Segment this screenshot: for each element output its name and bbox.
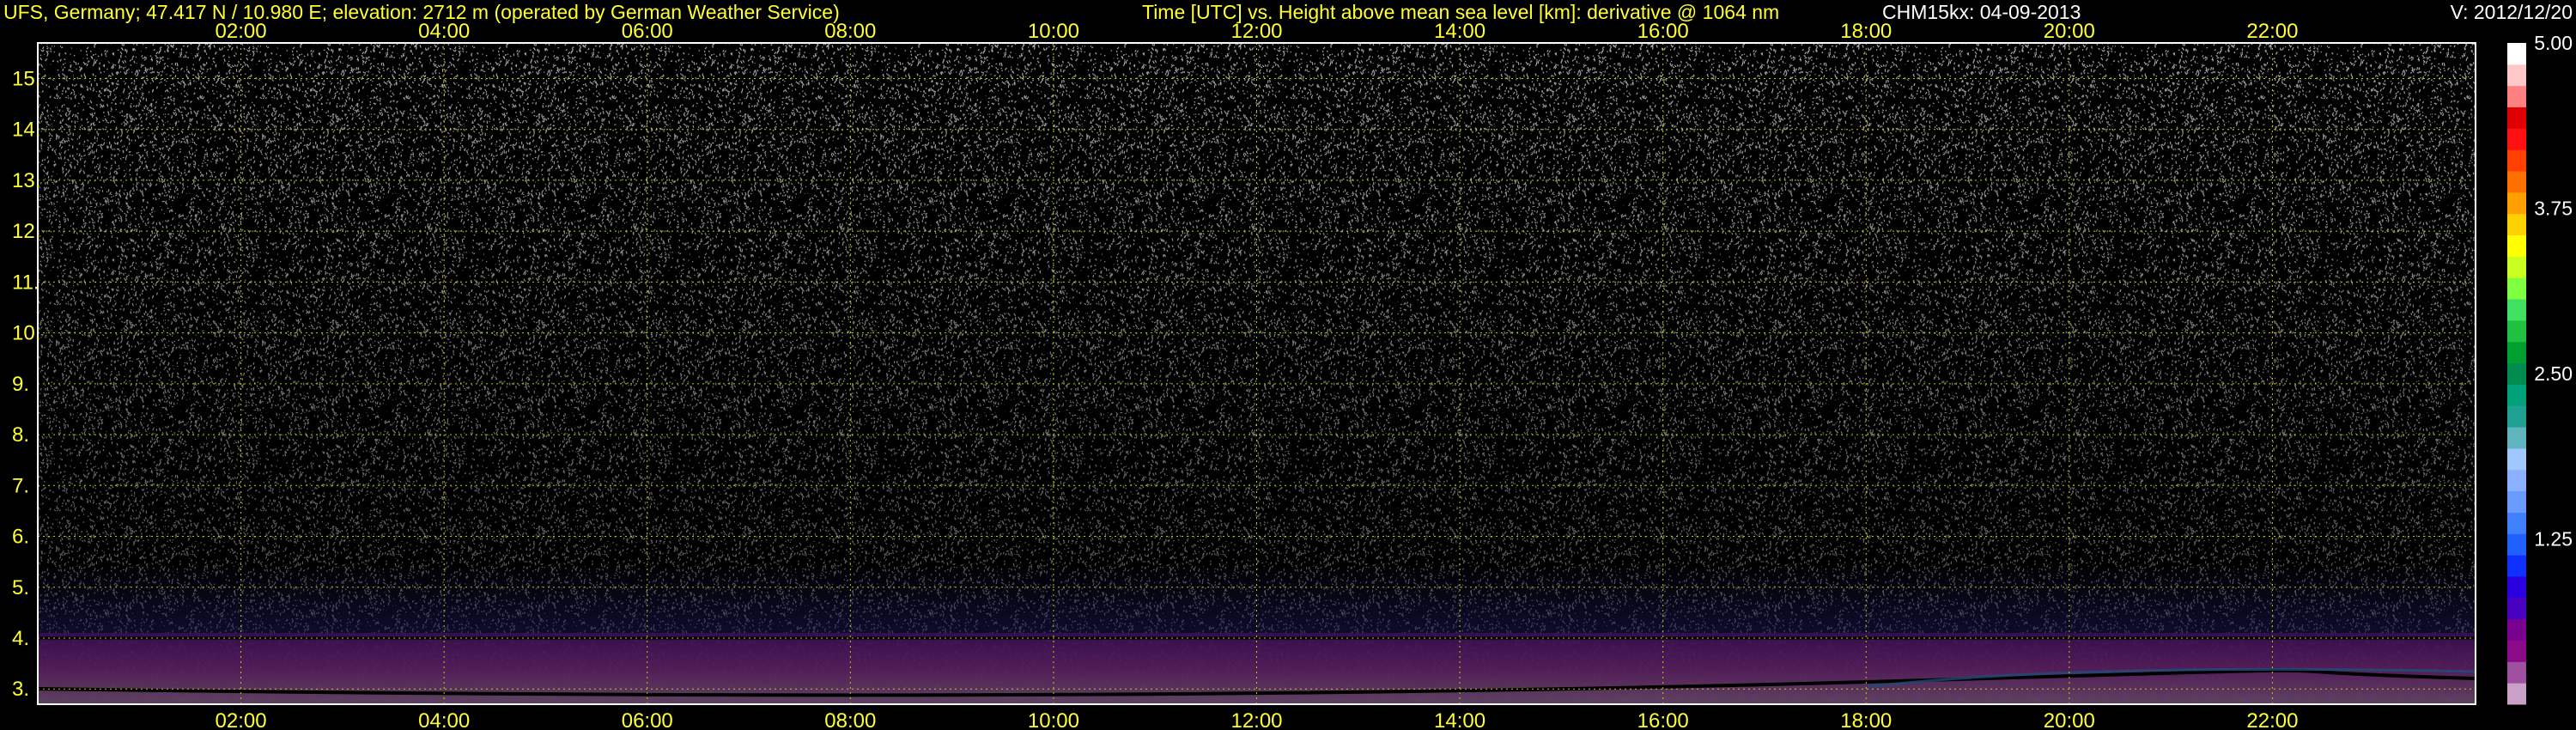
colorbar-swatch (2507, 640, 2526, 662)
colorbar-swatch (2507, 171, 2526, 193)
x-tick-label-bottom: 14:00 (1434, 709, 1485, 730)
x-tick-label-bottom: 10:00 (1028, 709, 1079, 730)
x-tick-label-top: 10:00 (1028, 20, 1079, 43)
colorbar-swatch (2507, 43, 2526, 65)
x-tick-label-bottom: 18:00 (1840, 709, 1892, 730)
colorbar-swatch (2507, 683, 2526, 705)
colorbar-swatch (2507, 362, 2526, 385)
colorbar-swatch (2507, 555, 2526, 577)
x-tick-label-bottom: 22:00 (2246, 709, 2298, 730)
colorbar: 5.00 3.75 2.50 1.25 (2507, 32, 2573, 705)
colorbar-tick-label: 5.00 (2534, 32, 2573, 54)
y-tick-label: 8. (12, 423, 29, 447)
y-tick-label: 3. (12, 678, 29, 701)
colorbar-tick-label: 3.75 (2534, 198, 2573, 220)
colorbar-swatch (2507, 64, 2526, 87)
y-tick-label: 12. (12, 220, 40, 243)
y-tick-label: 14. (12, 119, 40, 142)
colorbar-swatch (2507, 490, 2526, 513)
colorbar-swatch (2507, 447, 2526, 471)
colorbar-swatch (2507, 106, 2526, 129)
y-tick-label: 10. (12, 322, 40, 345)
y-axis: 3. 4. 5. 6. 7. 8. 9. 10. 11. 12. 13. 14. 15. (12, 67, 40, 701)
colorbar-swatch (2507, 427, 2526, 449)
x-tick-label-bottom: 06:00 (622, 709, 673, 730)
colorbar-swatch (2507, 128, 2526, 150)
y-tick-label: 7. (12, 474, 29, 497)
colorbar-swatch (2507, 256, 2526, 278)
ceilometer-chart: 02:00 04:00 06:00 08:00 10:00 12:00 14:00 16:00… (12, 20, 2573, 730)
x-tick-label-bottom: 16:00 (1637, 709, 1689, 730)
instrument-date: CHM15kx: 04-09-2013 (1882, 1, 2081, 23)
colorbar-swatch (2507, 661, 2526, 684)
y-tick-label: 11. (12, 271, 39, 294)
colorbar-swatch (2507, 85, 2526, 108)
colorbar-tick-label: 2.50 (2534, 362, 2573, 385)
colorbar-swatch (2507, 405, 2526, 428)
x-axis-bottom: 02:00 04:00 06:00 08:00 10:00 12:00 14:00 16:00… (216, 709, 2299, 730)
y-tick-label: 13. (12, 169, 40, 192)
colorbar-swatch (2507, 597, 2526, 620)
colorbar-swatch (2507, 384, 2526, 406)
colorbar-swatch (2507, 149, 2526, 172)
colorbar-swatch (2507, 469, 2526, 492)
colorbar-swatch (2507, 213, 2526, 236)
x-tick-label-bottom: 20:00 (2044, 709, 2095, 730)
x-tick-label-bottom: 12:00 (1230, 709, 1282, 730)
y-tick-label: 6. (12, 526, 29, 549)
x-tick-label-bottom: 08:00 (824, 709, 876, 730)
y-tick-label: 5. (12, 576, 29, 599)
x-tick-label-bottom: 02:00 (216, 709, 267, 730)
y-tick-label: 9. (12, 373, 29, 396)
colorbar-swatch (2507, 277, 2526, 300)
y-tick-label: 4. (12, 627, 29, 650)
colorbar-swatch (2507, 512, 2526, 534)
version-label: V: 2012/12/20 (2450, 1, 2573, 23)
y-tick-label: 15. (12, 67, 40, 90)
colorbar-swatch (2507, 319, 2526, 343)
station-info: UFS, Germany; 47.417 N / 10.980 E; eleva… (3, 1, 840, 23)
colorbar-swatch (2507, 575, 2526, 599)
x-tick-label-bottom: 04:00 (418, 709, 470, 730)
colorbar-swatch (2507, 341, 2526, 364)
colorbar-swatch (2507, 299, 2526, 321)
chart-description: Time [UTC] vs. Height above mean sea lev… (1142, 1, 1780, 23)
colorbar-swatch (2507, 234, 2526, 257)
colorbar-swatch (2507, 533, 2526, 556)
colorbar-swatch (2507, 192, 2526, 215)
colorbar-swatch (2507, 618, 2526, 641)
x-tick-label-top: 22:00 (2246, 20, 2298, 43)
colorbar-tick-label: 1.25 (2534, 528, 2573, 551)
